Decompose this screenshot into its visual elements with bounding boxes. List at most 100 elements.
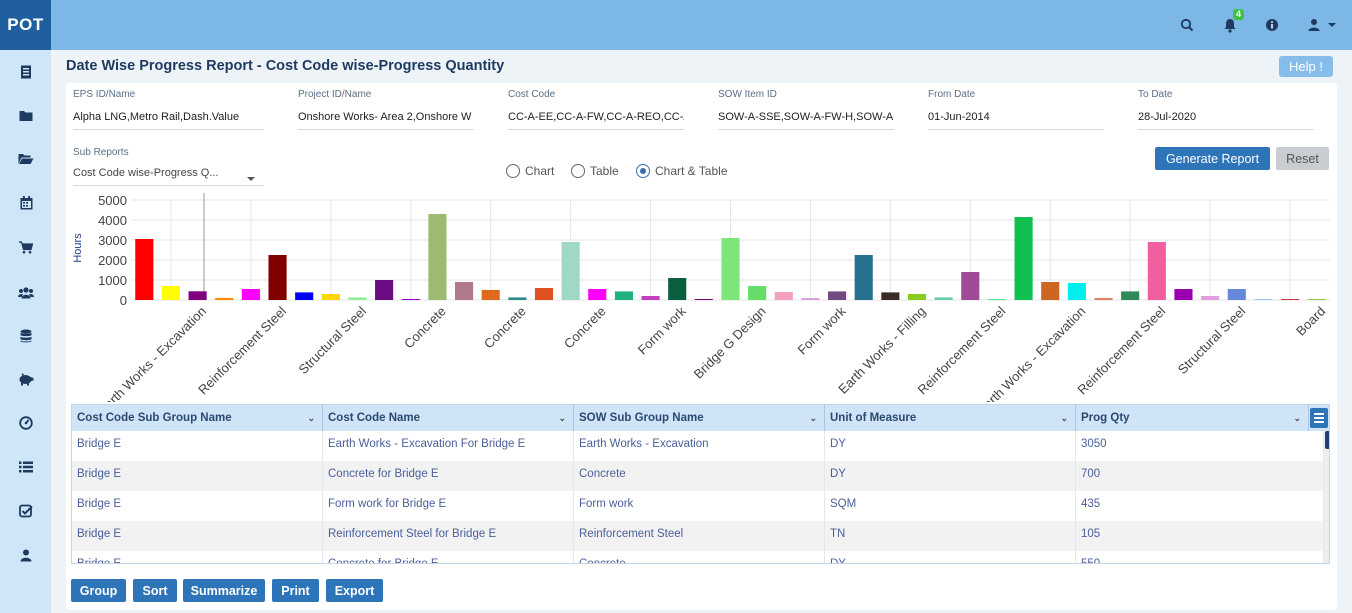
x-tick-label: Concrete bbox=[481, 304, 529, 352]
table-row[interactable]: Bridge E Form work for Bridge E Form work S… bbox=[72, 491, 1324, 521]
user-icon[interactable] bbox=[1304, 15, 1324, 35]
chart-bar bbox=[508, 297, 527, 300]
app-logo[interactable]: POT bbox=[0, 0, 51, 50]
database-icon[interactable] bbox=[17, 327, 35, 345]
radio-chart-table[interactable]: Chart & Table bbox=[636, 164, 728, 178]
chart-bar bbox=[1147, 242, 1166, 300]
folder-open-icon[interactable] bbox=[17, 150, 35, 168]
dashboard-icon[interactable] bbox=[17, 414, 35, 432]
progress-bar-chart: 0 1000 2000 3000 4000 5000 Hours arth Works - E… bbox=[72, 193, 1330, 402]
y-tick-label: 5000 bbox=[98, 193, 127, 208]
chart-bar bbox=[1041, 282, 1060, 300]
chart-bar bbox=[748, 286, 767, 300]
piggy-bank-icon[interactable] bbox=[17, 370, 35, 388]
check-icon[interactable] bbox=[17, 502, 35, 520]
chart-bar bbox=[1014, 217, 1033, 300]
cost-code-field[interactable]: CC-A-EE,CC-A-FW,CC-A-REO,CC-A-C bbox=[508, 106, 684, 130]
cell-prog-qty: 105 bbox=[1076, 521, 1324, 551]
chart-bar bbox=[428, 214, 447, 300]
cell-sub-group: Bridge E bbox=[72, 491, 323, 521]
chart-bar bbox=[1307, 299, 1326, 300]
cell-cost-code-name: Concrete for Bridge E bbox=[323, 551, 574, 563]
chevron-down-icon[interactable]: ⌄ bbox=[307, 405, 315, 431]
x-tick-label: Form work bbox=[795, 303, 849, 357]
radio-table[interactable]: Table bbox=[571, 164, 619, 178]
y-tick-label: 1000 bbox=[98, 273, 127, 288]
list-icon[interactable] bbox=[17, 458, 35, 476]
chart-bar bbox=[961, 272, 980, 300]
group-button[interactable]: Group bbox=[71, 579, 126, 602]
calendar-icon[interactable] bbox=[17, 194, 35, 212]
radio-chart[interactable]: Chart bbox=[506, 164, 554, 178]
chevron-down-icon[interactable] bbox=[246, 169, 256, 187]
chevron-down-icon[interactable]: ⌄ bbox=[1293, 405, 1301, 431]
table-row[interactable]: Bridge E Earth Works - Excavation For Bri… bbox=[72, 431, 1324, 461]
project-label: Project ID/Name bbox=[298, 89, 372, 100]
cell-prog-qty: 3050 bbox=[1076, 431, 1324, 461]
x-tick-label: Bridge G Design bbox=[691, 304, 769, 382]
help-button[interactable]: Help ! bbox=[1279, 56, 1333, 77]
x-tick-label: Concrete bbox=[401, 304, 449, 352]
chart-bar bbox=[668, 278, 687, 300]
sow-item-field[interactable]: SOW-A-SSE,SOW-A-FW-H,SOW-A-RF bbox=[718, 106, 894, 130]
col-header-sub-group-label: Cost Code Sub Group Name bbox=[77, 412, 232, 424]
chevron-down-icon[interactable]: ⌄ bbox=[809, 405, 817, 431]
col-header-cost-code-name[interactable]: Cost Code Name ⌄ bbox=[323, 405, 574, 431]
chart-bar bbox=[135, 239, 154, 300]
chart-bar bbox=[268, 255, 287, 300]
chart-bar bbox=[1174, 289, 1193, 300]
chart-bar bbox=[987, 299, 1007, 300]
radio-chart-table-label: Chart & Table bbox=[655, 164, 728, 178]
generate-report-button[interactable]: Generate Report bbox=[1155, 147, 1270, 170]
top-bar bbox=[0, 0, 1352, 50]
chart-bar bbox=[534, 288, 554, 300]
col-header-unit[interactable]: Unit of Measure ⌄ bbox=[825, 405, 1076, 431]
chart-bar bbox=[641, 296, 660, 300]
grid-menu-icon[interactable] bbox=[1310, 408, 1328, 428]
cell-sow-sub-group: Form work bbox=[574, 491, 825, 521]
grid-scrollbar-thumb[interactable] bbox=[1325, 431, 1329, 449]
sort-button[interactable]: Sort bbox=[133, 579, 177, 602]
print-button[interactable]: Print bbox=[272, 579, 319, 602]
to-date-field[interactable]: 28-Jul-2020 bbox=[1138, 106, 1314, 130]
x-tick-label: Earth Works - Filling bbox=[835, 304, 928, 397]
chart-bar bbox=[588, 289, 607, 300]
radio-chart-table-circle[interactable] bbox=[636, 164, 650, 178]
chart-bar bbox=[348, 297, 367, 300]
project-field[interactable]: Onshore Works- Area 2,Onshore W bbox=[298, 106, 474, 130]
table-row[interactable]: Bridge E Reinforcement Steel for Bridge E… bbox=[72, 521, 1324, 551]
sub-reports-select[interactable]: Cost Code wise-Progress Q... bbox=[73, 162, 264, 186]
chart-bar bbox=[401, 299, 420, 300]
cart-icon[interactable] bbox=[17, 238, 35, 256]
chart-bar bbox=[1067, 283, 1086, 300]
user-profile-icon[interactable] bbox=[17, 546, 35, 564]
radio-chart-circle[interactable] bbox=[506, 164, 520, 178]
y-tick-label: 4000 bbox=[98, 213, 127, 228]
radio-table-circle[interactable] bbox=[571, 164, 585, 178]
search-icon[interactable] bbox=[1177, 15, 1197, 35]
from-date-field[interactable]: 01-Jun-2014 bbox=[928, 106, 1104, 130]
cell-sow-sub-group: Earth Works - Excavation bbox=[574, 431, 825, 461]
cell-prog-qty: 700 bbox=[1076, 461, 1324, 491]
chevron-down-icon[interactable]: ⌄ bbox=[558, 405, 566, 431]
caret-down-icon[interactable] bbox=[1322, 15, 1342, 35]
table-row[interactable]: Bridge E Concrete for Bridge E Concrete DY 5… bbox=[72, 551, 1324, 563]
to-date-label: To Date bbox=[1138, 89, 1173, 100]
export-button[interactable]: Export bbox=[326, 579, 383, 602]
info-icon[interactable] bbox=[1262, 15, 1282, 35]
chevron-down-icon[interactable]: ⌄ bbox=[1060, 405, 1068, 431]
chart-bar bbox=[801, 298, 820, 300]
col-header-prog-qty[interactable]: Prog Qty ⌄ bbox=[1076, 405, 1309, 431]
grid-scrollbar[interactable] bbox=[1324, 431, 1329, 563]
col-header-sub-group[interactable]: Cost Code Sub Group Name ⌄ bbox=[72, 405, 323, 431]
col-header-sow-sub-group[interactable]: SOW Sub Group Name ⌄ bbox=[574, 405, 825, 431]
cell-sub-group: Bridge E bbox=[72, 551, 323, 563]
summarize-button[interactable]: Summarize bbox=[183, 579, 265, 602]
users-icon[interactable] bbox=[17, 283, 35, 301]
chart-bar bbox=[1121, 291, 1140, 300]
folder-icon[interactable] bbox=[17, 107, 35, 125]
report-icon[interactable] bbox=[17, 63, 35, 81]
table-row[interactable]: Bridge E Concrete for Bridge E Concrete DY 7… bbox=[72, 461, 1324, 491]
reset-button[interactable]: Reset bbox=[1276, 147, 1329, 170]
eps-field[interactable]: Alpha LNG,Metro Rail,Dash.Value bbox=[73, 106, 264, 130]
